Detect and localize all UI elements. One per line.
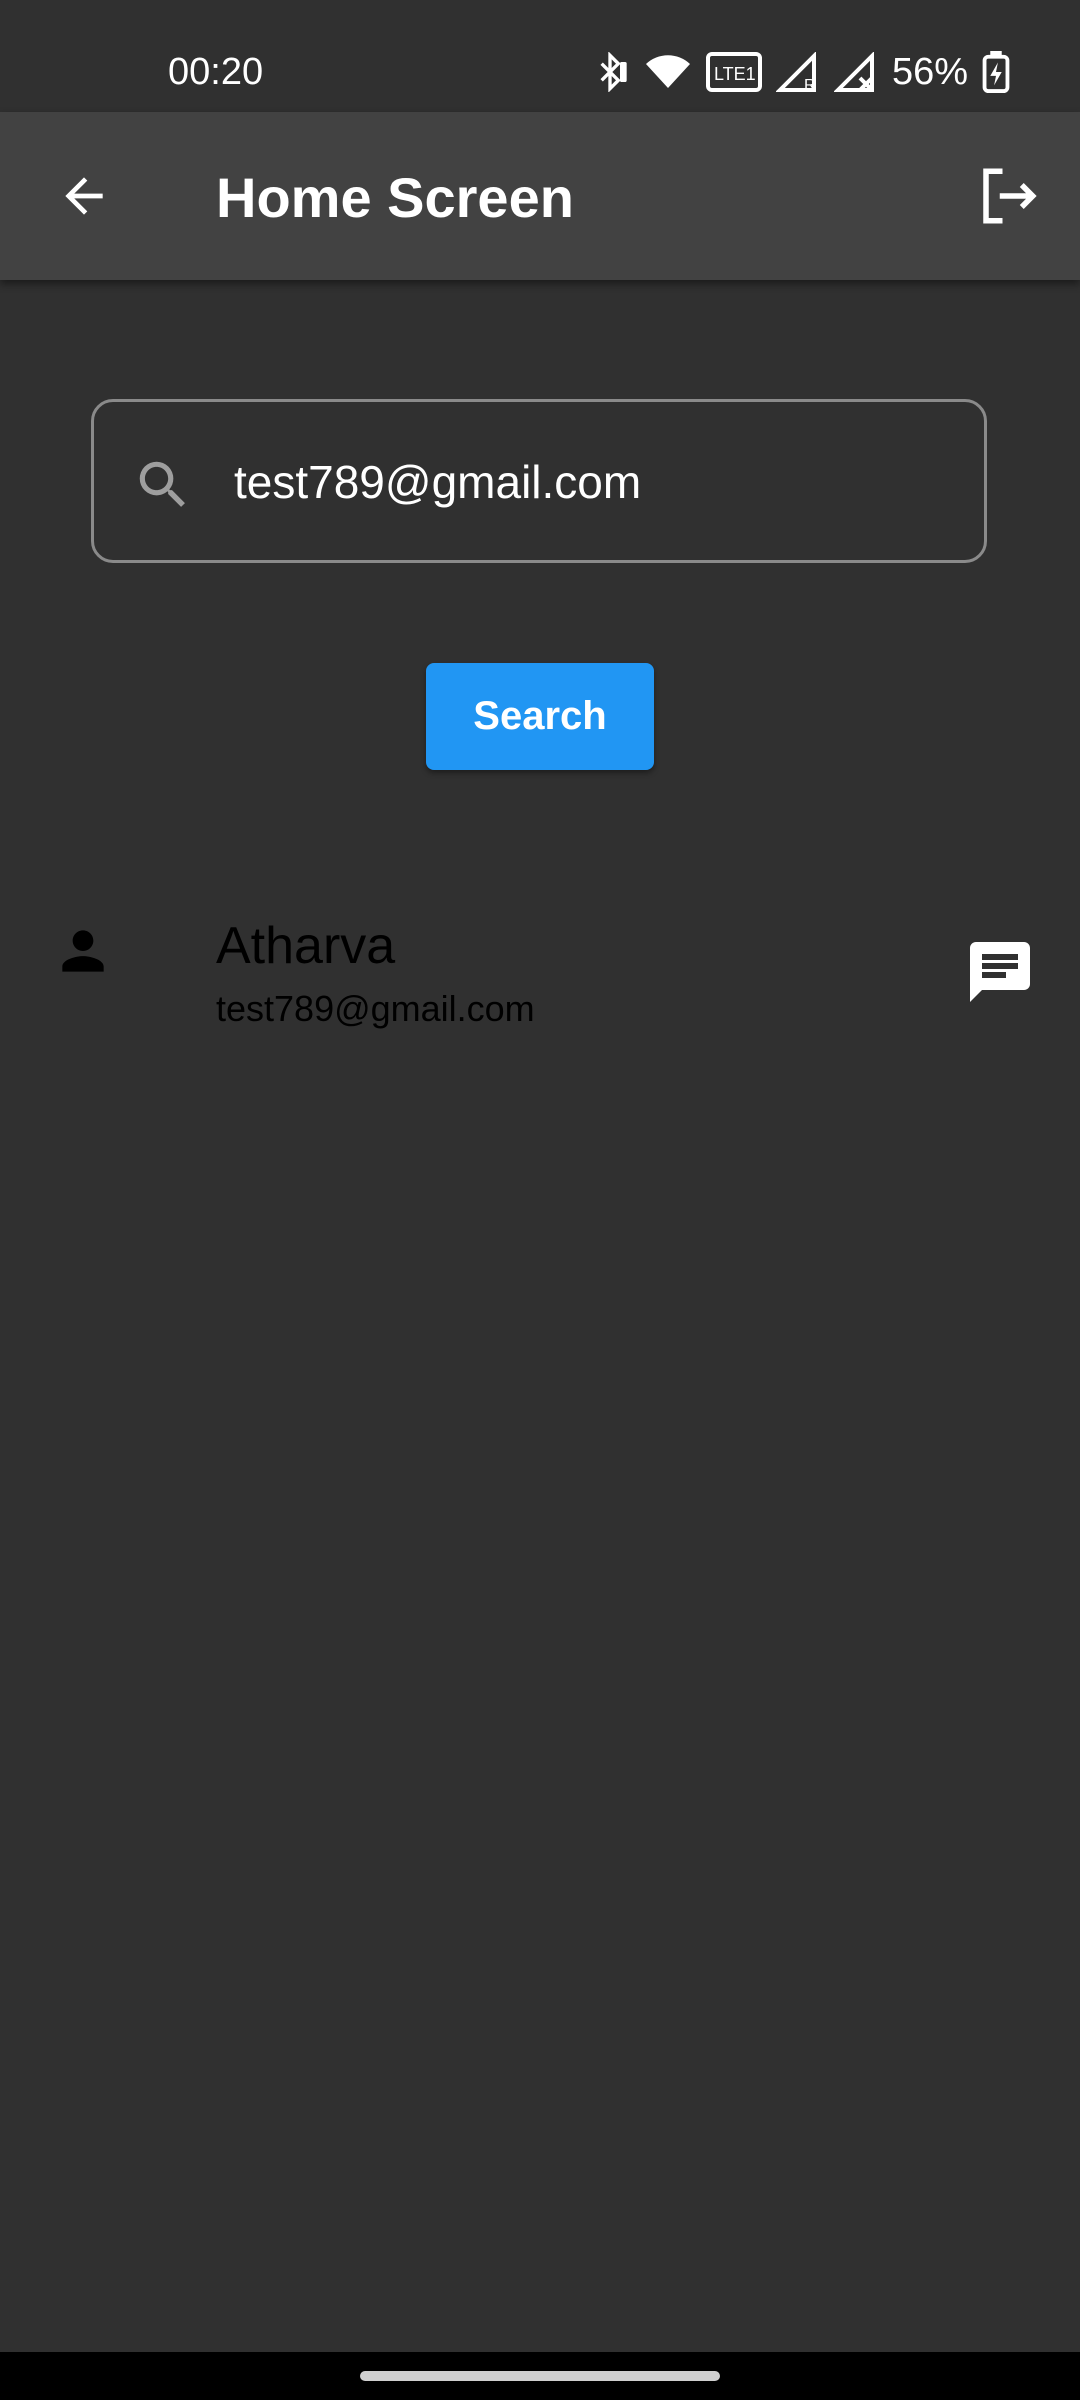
- back-button[interactable]: [40, 156, 128, 236]
- home-screen: 00:20 LTE1 R 56% Home Screen test789@gma…: [0, 0, 1080, 2400]
- navigation-bar: [0, 2352, 1080, 2400]
- search-input[interactable]: test789@gmail.com: [91, 399, 987, 563]
- svg-text:R: R: [804, 77, 816, 92]
- svg-text:LTE1: LTE1: [714, 64, 756, 84]
- volte-icon: LTE1: [705, 52, 762, 92]
- result-name: Atharva: [216, 917, 396, 975]
- list-item[interactable]: Atharva test789@gmail.com: [0, 890, 1080, 1050]
- signal-roaming-icon: R: [775, 52, 820, 92]
- page-title: Home Screen: [216, 166, 574, 229]
- search-button[interactable]: Search: [426, 663, 654, 770]
- battery-charging-icon: [982, 51, 1010, 93]
- status-bar: 00:20 LTE1 R 56%: [0, 0, 1080, 112]
- status-time: 00:20: [168, 51, 264, 93]
- chat-button[interactable]: [960, 932, 1040, 1012]
- signal-no-service-icon: [833, 52, 878, 92]
- logout-icon: [983, 168, 1037, 224]
- app-bar: Home Screen: [0, 112, 1080, 280]
- logout-button[interactable]: [964, 156, 1052, 236]
- search-input-value[interactable]: test789@gmail.com: [234, 452, 641, 512]
- person-icon: [62, 930, 104, 972]
- status-icons: LTE1 R 56%: [590, 46, 1010, 98]
- battery-level: 56%: [891, 51, 968, 93]
- wifi-icon: [644, 52, 692, 92]
- result-email: test789@gmail.com: [216, 988, 535, 1029]
- bluetooth-icon: [590, 52, 630, 92]
- search-icon: [139, 461, 185, 507]
- chat-icon: [970, 942, 1030, 1002]
- home-indicator[interactable]: [360, 2371, 720, 2381]
- arrow-back-icon: [65, 177, 103, 215]
